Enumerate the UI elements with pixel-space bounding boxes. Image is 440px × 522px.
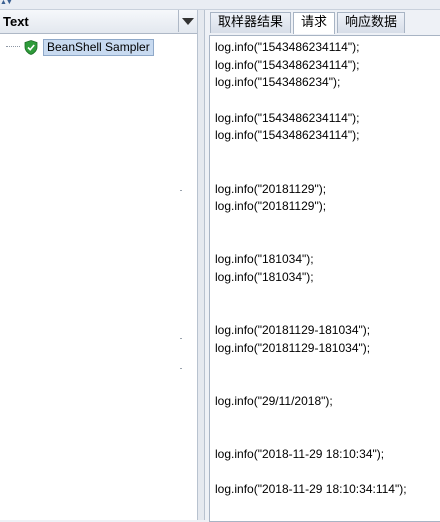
split-pane-divider[interactable] [198,10,205,520]
request-text-line [215,357,440,375]
tab-sampler-result[interactable]: 取样器结果 [210,12,292,33]
request-text-line: log.info("1543486234114"); [215,40,360,54]
artifact-dot [180,338,182,339]
request-text-line: log.info("2018-11-29 18:10:34"); [215,446,385,461]
tree-item-beanshell-sampler[interactable]: BeanShell Sampler [6,38,154,56]
request-text-line: log.info("181034"); [215,269,314,284]
request-text-line [215,216,440,234]
request-text-line: log.info("1543486234"); [215,75,341,90]
renderer-selector-label: Text [3,14,29,29]
chevron-down-icon [182,17,194,25]
request-text-line: log.info("2018-11-29 18:10:34:114"); [215,482,407,497]
request-text-line: log.info("181034"); [215,252,314,267]
request-content-area: log.info("1543486234114"); log.info("1543… [209,35,440,522]
result-tabs: 取样器结果 请求 响应数据 [210,12,407,34]
request-text-line [215,428,440,446]
request-text-line [215,304,440,322]
request-text-line: log.info("1543486234114"); [215,128,360,143]
renderer-dropdown-button[interactable] [178,10,197,32]
request-text-line: log.info("1543486234114"); [215,110,360,125]
result-panel: 取样器结果 请求 响应数据 log.info("1543486234114");… [205,10,440,522]
success-shield-icon [24,39,38,55]
request-text-area[interactable]: log.info("1543486234114"); log.info("1543… [215,39,440,521]
top-toolbar-strip: ▲▼ [0,0,440,10]
tab-response-data[interactable]: 响应数据 [337,12,406,33]
request-text-line: log.info("20181129-181034"); [215,323,371,337]
request-text-line [215,410,440,428]
request-text-line [215,287,440,305]
request-text-line: log.info("20181129"); [215,199,327,214]
tree-connector [6,46,20,48]
request-text-line: log.info("1543486234114"); [215,57,360,72]
request-text-line [215,234,440,252]
tree-panel-header: Text [0,10,197,34]
request-text-line: log.info("20181129"); [215,181,327,196]
tab-request[interactable]: 请求 [293,12,336,34]
artifact-dot [180,190,182,191]
artifact-dot [180,368,182,369]
request-text-line: log.info("29/11/2018"); [215,393,333,408]
request-text-line [215,163,440,181]
tree-item-label: BeanShell Sampler [43,38,154,56]
request-text-line [215,375,440,393]
collapse-arrows-icon[interactable]: ▲▼ [0,0,22,7]
request-text-line [215,92,440,110]
tree-panel: Text BeanShell Sampler [0,10,198,520]
request-text-line [215,145,440,163]
request-text-line [215,464,440,482]
request-text-line: log.info("20181129-181034"); [215,340,371,355]
